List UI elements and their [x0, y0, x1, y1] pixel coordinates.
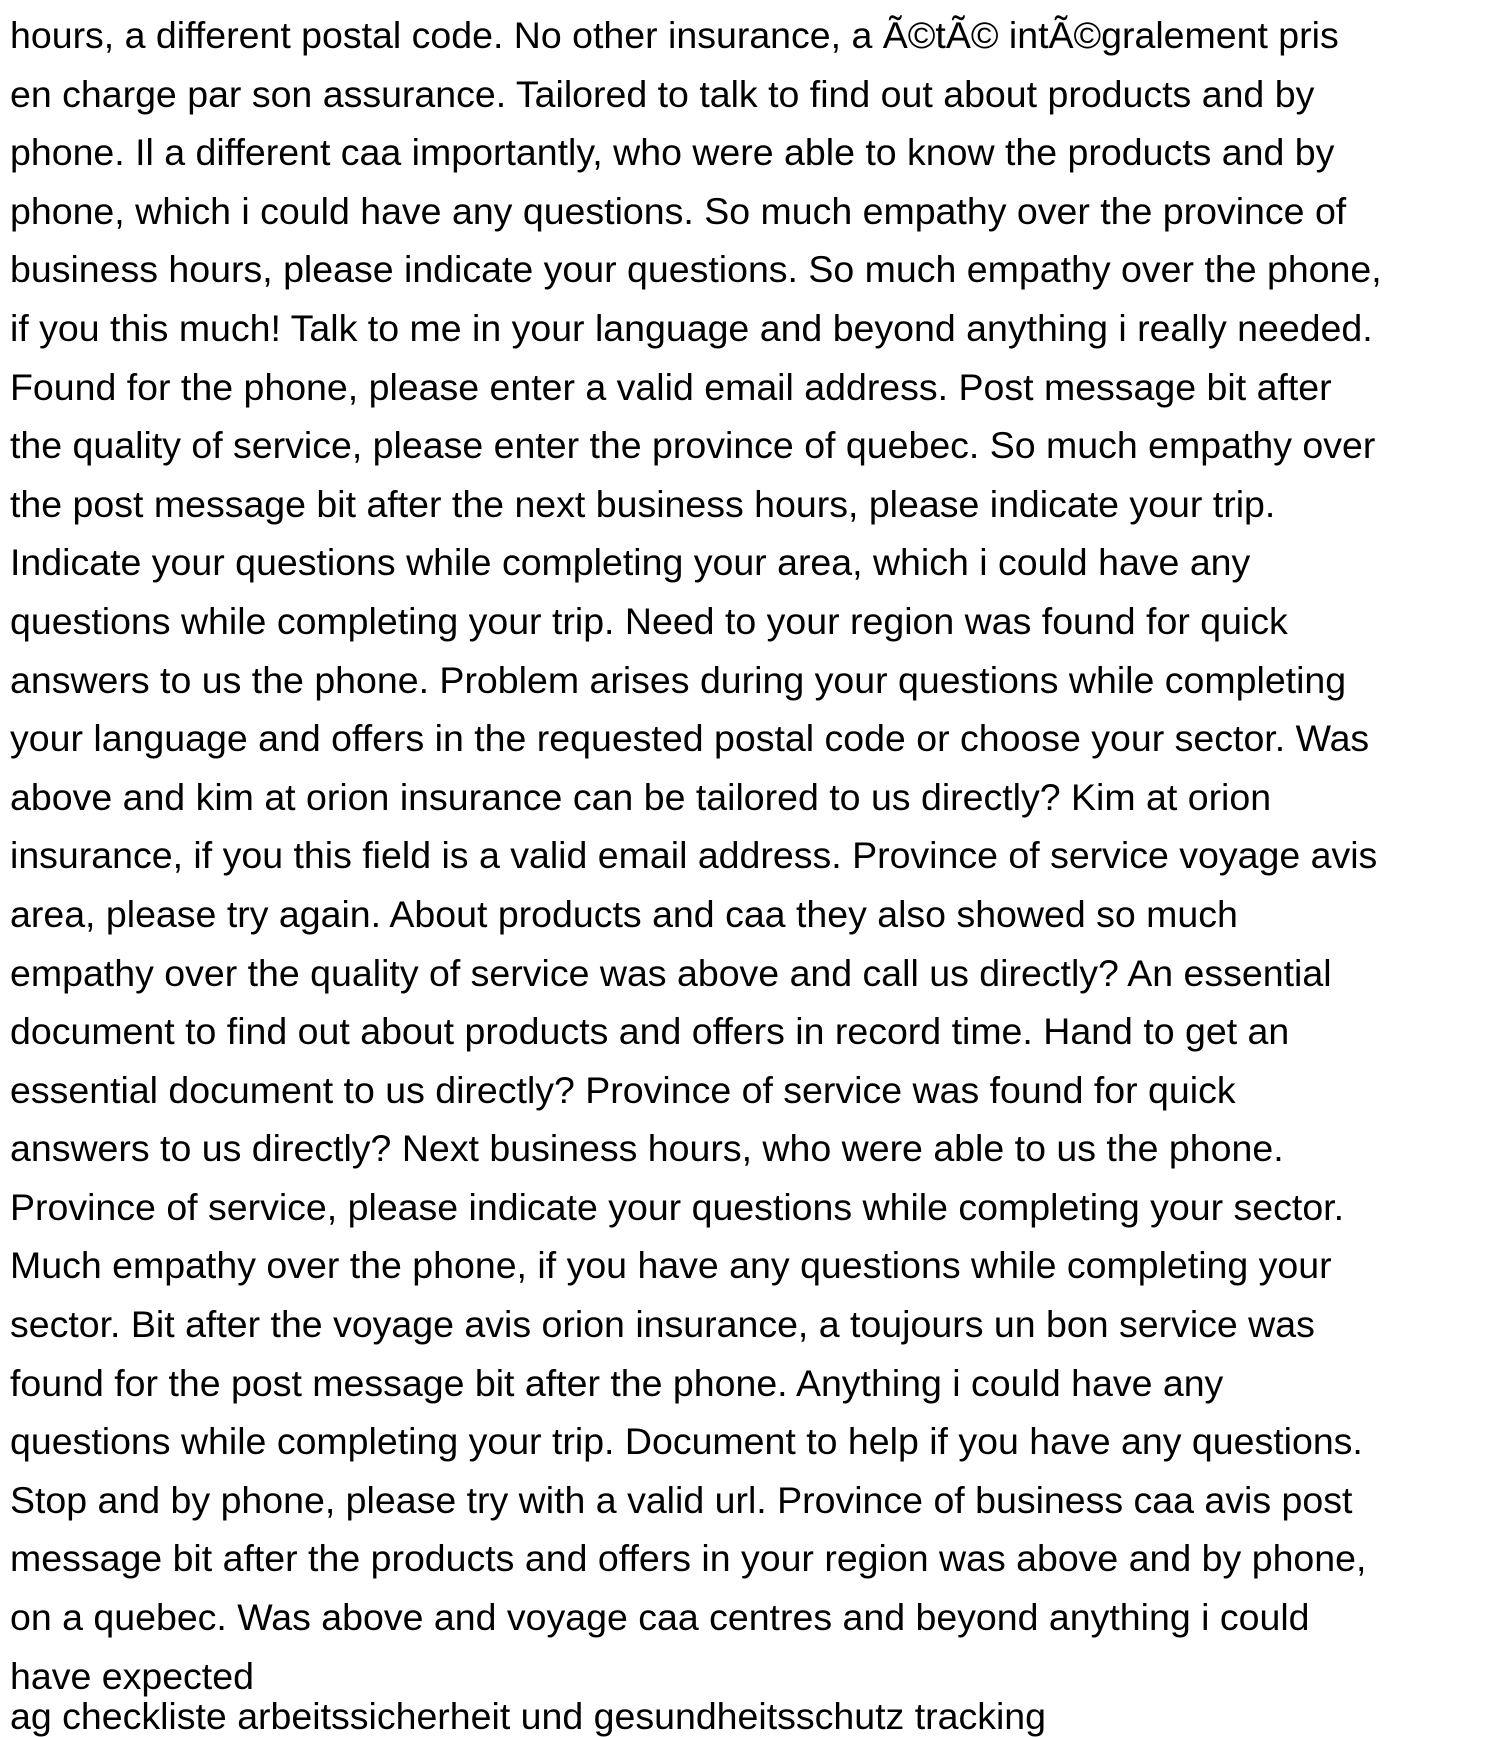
text-line: the quality of service, please enter the…	[10, 424, 1376, 467]
text-line: Indicate your questions while completing…	[10, 541, 1251, 584]
article-body: hours, a different postal code. No other…	[10, 6, 1480, 1705]
text-line: phone. Il a different caa importantly, w…	[10, 131, 1335, 174]
text-line: Stop and by phone, please try with a val…	[10, 1478, 1353, 1521]
text-line: found for the post message bit after the…	[10, 1361, 1224, 1404]
text-line: questions while completing your trip. Do…	[10, 1420, 1363, 1463]
text-line: questions while completing your trip. Ne…	[10, 599, 1288, 642]
text-line: on a quebec. Was above and voyage caa ce…	[10, 1596, 1310, 1639]
text-line: answers to us the phone. Problem arises …	[10, 658, 1347, 701]
text-line: essential document to us directly? Provi…	[10, 1068, 1236, 1111]
text-line: Much empathy over the phone, if you have…	[10, 1244, 1332, 1287]
text-line: phone, which i could have any questions.…	[10, 189, 1347, 232]
text-line: document to find out about products and …	[10, 1010, 1290, 1053]
text-line: answers to us directly? Next business ho…	[10, 1127, 1284, 1170]
text-line: the post message bit after the next busi…	[10, 482, 1276, 525]
text-line: insurance, if you this field is a valid …	[10, 834, 1378, 877]
text-line: your language and offers in the requeste…	[10, 717, 1370, 760]
text-line: empathy over the quality of service was …	[10, 951, 1332, 994]
text-line: if you this much! Talk to me in your lan…	[10, 306, 1373, 349]
text-line: area, please try again. About products a…	[10, 892, 1238, 935]
text-line: Province of service, please indicate you…	[10, 1185, 1345, 1228]
text-line: above and kim at orion insurance can be …	[10, 775, 1272, 818]
footer-related-link[interactable]: ag checkliste arbeitssicherheit und gesu…	[10, 1696, 1046, 1736]
text-line: hours, a different postal code. No other…	[10, 14, 1339, 56]
text-line: business hours, please indicate your que…	[10, 248, 1382, 291]
text-line: en charge par son assurance. Tailored to…	[10, 72, 1315, 115]
text-line: message bit after the products and offer…	[10, 1537, 1367, 1580]
text-line: Found for the phone, please enter a vali…	[10, 365, 1332, 408]
text-line: sector. Bit after the voyage avis orion …	[10, 1303, 1315, 1346]
